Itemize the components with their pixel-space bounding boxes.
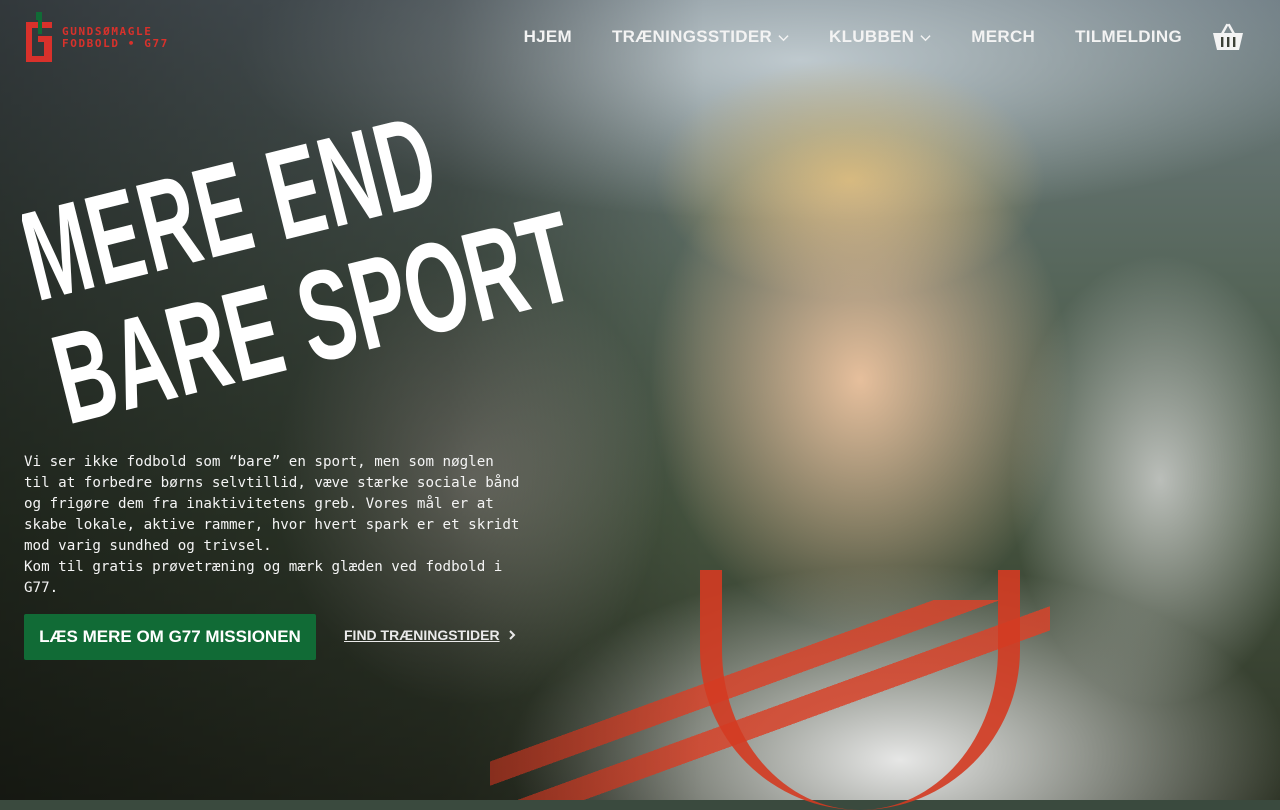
nav-label: KLUBBEN <box>829 27 915 46</box>
site-header: GUNDSØMAGLE FODBOLD • G77 HJEM TRÆNINGSS… <box>0 0 1280 76</box>
nav-item-klubben[interactable]: KLUBBEN <box>829 27 931 47</box>
hero-title-graphic: MERE END BARE SPORT <box>9 88 589 452</box>
nav-label: TILMELDING <box>1075 27 1182 46</box>
chevron-right-icon <box>508 630 515 640</box>
nav-label: MERCH <box>971 27 1036 46</box>
nav-label: HJEM <box>523 27 572 46</box>
basket-icon[interactable] <box>1212 22 1244 52</box>
nav-item-hjem[interactable]: HJEM <box>524 27 572 47</box>
link-label: FIND TRÆNINGSTIDER <box>344 627 500 643</box>
nav-item-merch[interactable]: MERCH <box>971 27 1035 47</box>
nav-item-traeningsstider[interactable]: TRÆNINGSSTIDER <box>612 27 789 47</box>
chevron-down-icon <box>920 34 931 41</box>
chevron-down-icon <box>778 34 789 41</box>
hero-description: Vi ser ikke fodbold som “bare” en sport,… <box>24 454 520 554</box>
mission-button[interactable]: LÆS MERE OM G77 MISSIONEN <box>24 614 316 660</box>
g77-crest-icon <box>26 12 52 62</box>
wordmark-line2: FODBOLD • G77 <box>62 37 169 50</box>
hero-title: MERE END BARE SPORT <box>9 88 589 452</box>
club-wordmark: GUNDSØMAGLE FODBOLD • G77 <box>62 26 169 50</box>
find-training-times-link[interactable]: FIND TRÆNINGSTIDER <box>344 627 516 643</box>
club-logo[interactable]: GUNDSØMAGLE FODBOLD • G77 <box>24 12 169 64</box>
nav-label: TRÆNINGSSTIDER <box>612 27 773 46</box>
hero-invite: Kom til gratis prøvetræning og mærk glæd… <box>24 559 503 596</box>
main-nav: HJEM TRÆNINGSSTIDER KLUBBEN MERCH TILMEL… <box>524 27 1182 47</box>
nav-item-tilmelding[interactable]: TILMELDING <box>1075 27 1182 47</box>
